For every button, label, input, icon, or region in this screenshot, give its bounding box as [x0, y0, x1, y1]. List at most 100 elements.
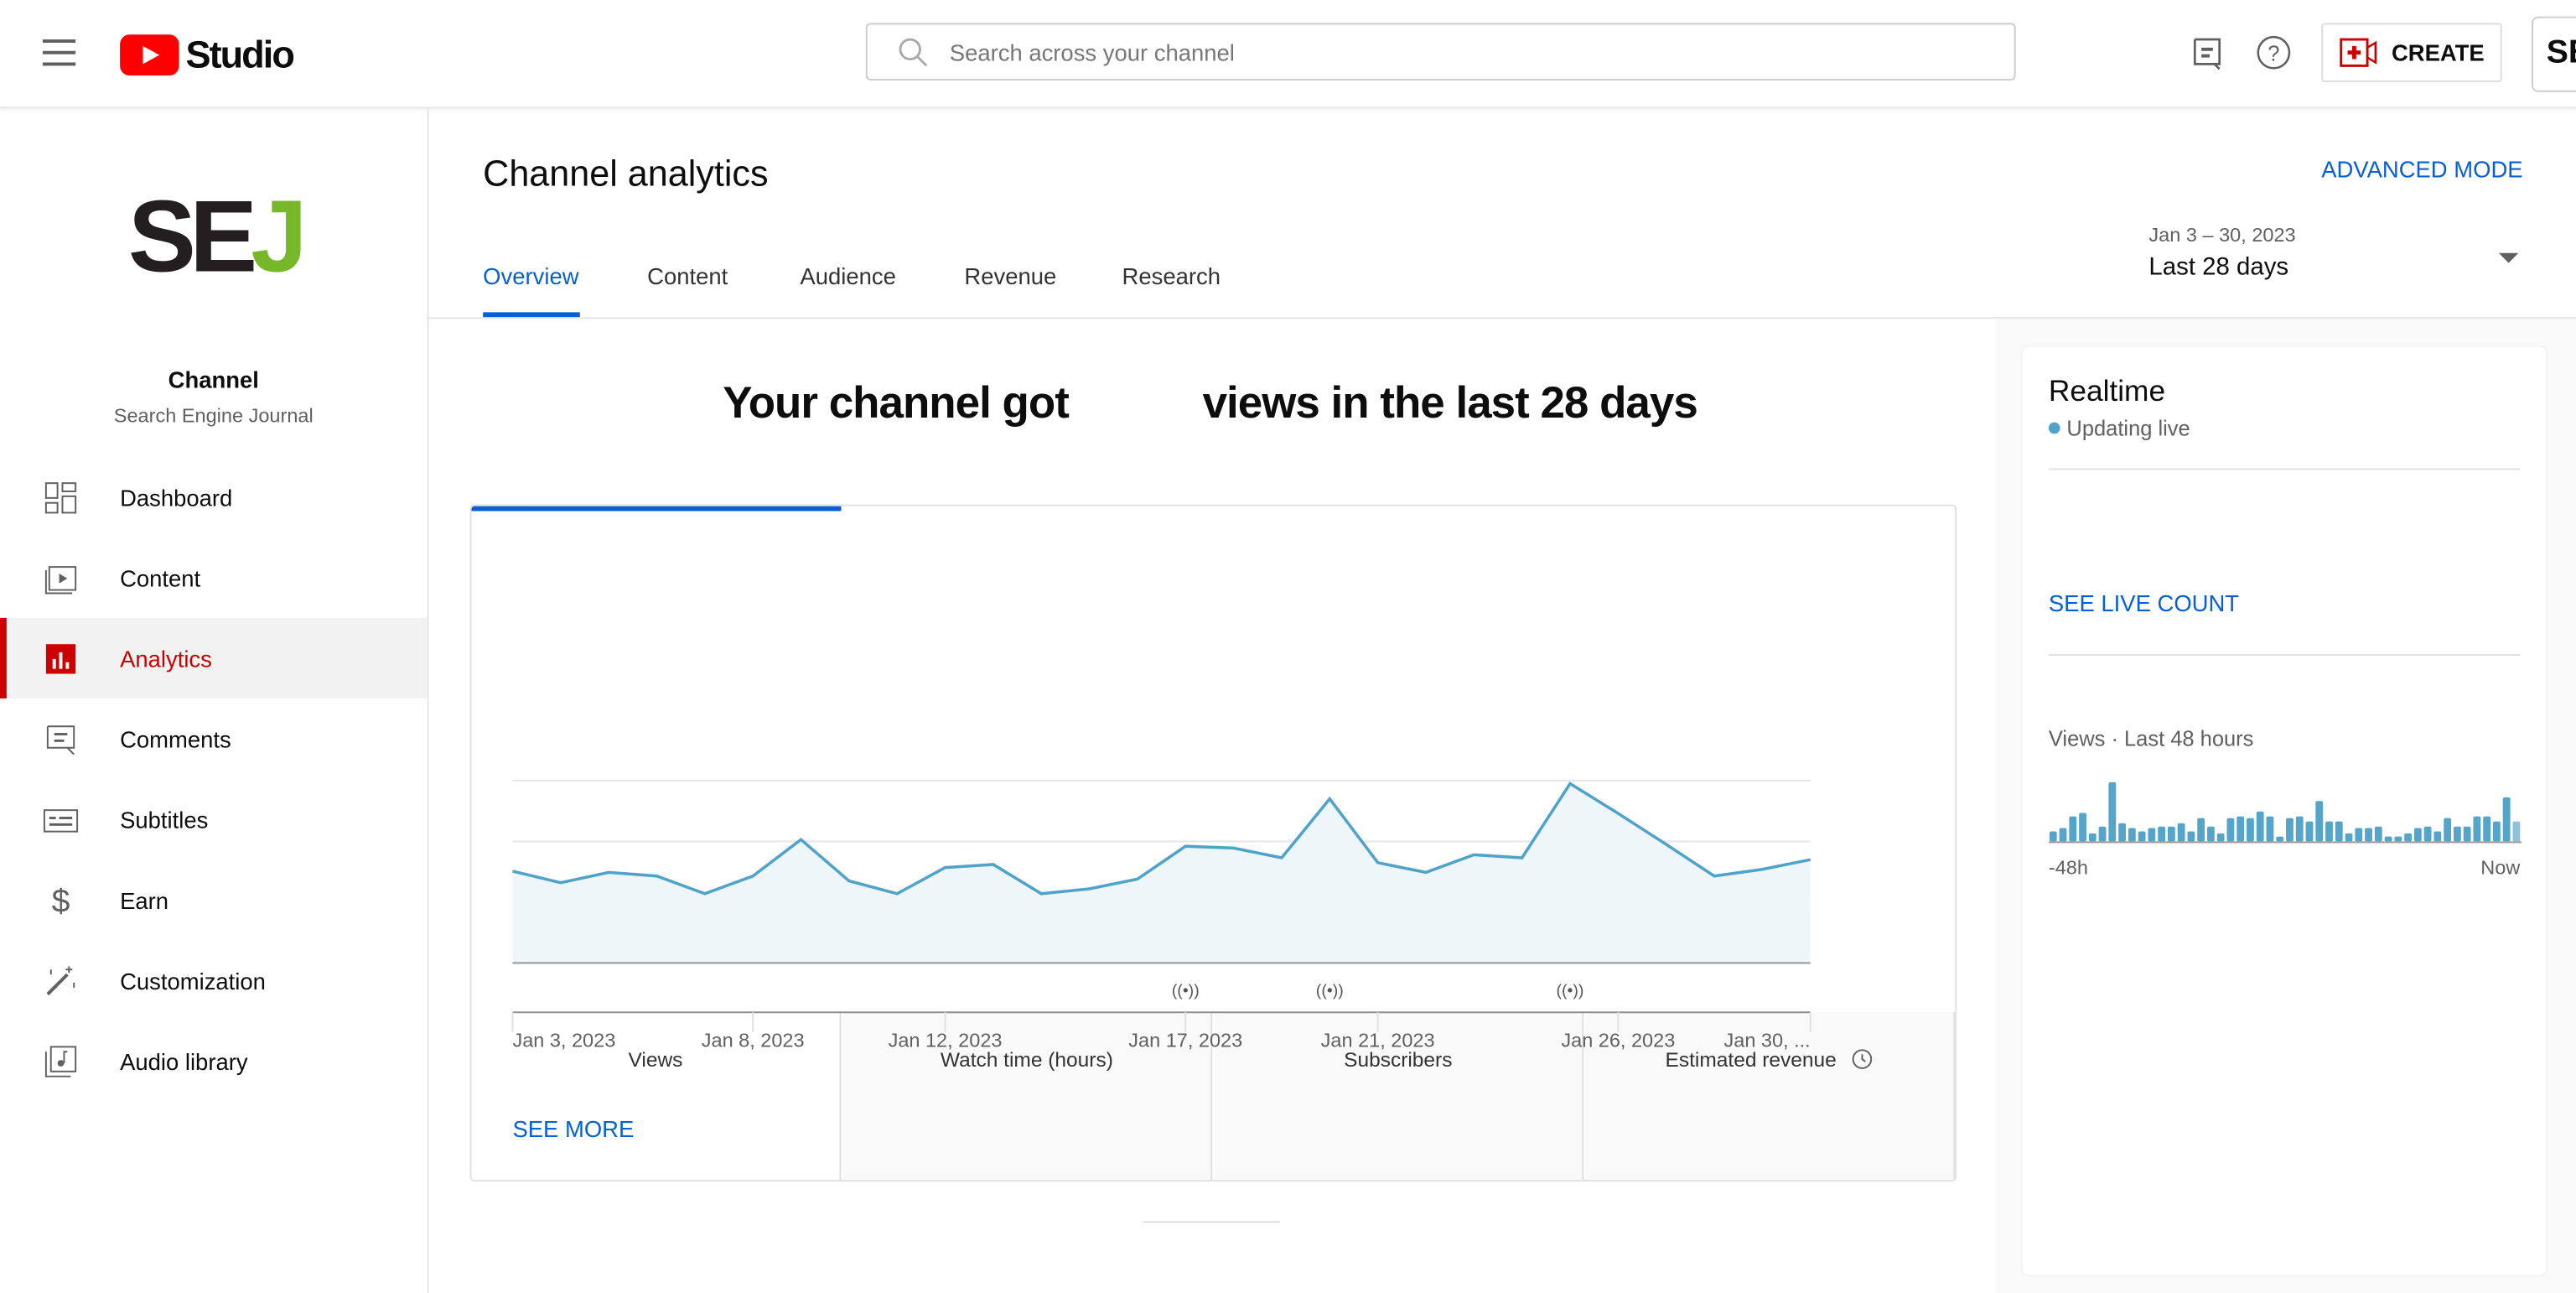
create-label: CREATE	[2391, 39, 2485, 66]
tab-content[interactable]: Content	[647, 263, 728, 289]
tab-research[interactable]: Research	[1122, 263, 1221, 289]
realtime-bar[interactable]	[2148, 828, 2156, 842]
realtime-bar[interactable]	[2492, 821, 2501, 842]
realtime-bar[interactable]	[2108, 782, 2117, 842]
channel-avatar[interactable]: SEJ	[128, 186, 308, 289]
realtime-bar[interactable]	[2128, 828, 2136, 842]
sidebar-item-earn[interactable]: $ Earn	[0, 859, 428, 940]
live-dot-icon	[2048, 422, 2060, 434]
sidebar: SEJ Channel Search Engine Journal Dashbo…	[0, 108, 429, 1293]
sidebar-item-comments[interactable]: Comments	[0, 698, 428, 779]
sidebar-item-customization[interactable]: Customization	[0, 940, 428, 1020]
tab-audience[interactable]: Audience	[800, 263, 895, 289]
sidebar-item-label: Comments	[120, 725, 231, 752]
realtime-bar[interactable]	[2266, 816, 2274, 842]
realtime-bar[interactable]	[2305, 821, 2314, 842]
help-icon[interactable]: ?	[2256, 34, 2292, 70]
realtime-bar[interactable]	[2315, 801, 2324, 842]
tab-revenue[interactable]: Revenue	[964, 263, 1056, 289]
realtime-bar[interactable]	[2483, 816, 2491, 842]
realtime-bar[interactable]	[2433, 831, 2442, 842]
tab-overview[interactable]: Overview	[483, 263, 578, 289]
realtime-bar[interactable]	[2463, 826, 2471, 842]
realtime-bar[interactable]	[2206, 826, 2215, 842]
realtime-bar[interactable]	[2384, 836, 2392, 842]
realtime-bar[interactable]	[2286, 818, 2294, 842]
realtime-bar[interactable]	[2502, 797, 2511, 842]
advanced-mode-button[interactable]: ADVANCED MODE	[2321, 156, 2522, 182]
realtime-bar[interactable]	[2276, 836, 2284, 842]
realtime-end-label: Now	[2480, 856, 2521, 880]
realtime-bar[interactable]	[2226, 818, 2235, 842]
realtime-bar[interactable]	[2079, 813, 2086, 842]
date-range-label: Last 28 days	[2148, 252, 2289, 282]
date-range-picker[interactable]: Jan 3 – 30, 2023 Last 28 days	[2148, 223, 2519, 289]
realtime-bar[interactable]	[2512, 821, 2521, 842]
chevron-down-icon	[2498, 252, 2519, 263]
search-icon	[899, 37, 928, 66]
realtime-bar[interactable]	[2247, 818, 2254, 842]
realtime-bar[interactable]	[2444, 818, 2452, 842]
realtime-bar[interactable]	[2345, 833, 2353, 842]
realtime-bar-chart	[2048, 782, 2522, 844]
dollar-icon: $	[43, 881, 79, 918]
wand-icon	[43, 962, 79, 998]
menu-icon[interactable]	[42, 39, 76, 66]
realtime-bar[interactable]	[2088, 833, 2097, 842]
realtime-bar[interactable]	[2187, 831, 2195, 842]
create-video-icon	[2339, 38, 2376, 67]
realtime-bar[interactable]	[2177, 823, 2185, 842]
live-stream-marker-icon[interactable]: ((•))	[1316, 982, 1344, 1000]
dashboard-icon	[43, 479, 79, 515]
realtime-bar[interactable]	[2167, 826, 2175, 842]
realtime-bar[interactable]	[2216, 833, 2225, 842]
comments-icon	[43, 720, 79, 756]
realtime-bar[interactable]	[2394, 836, 2402, 842]
audio-library-icon	[43, 1042, 79, 1078]
see-live-count-button[interactable]: SEE LIVE COUNT	[2049, 590, 2239, 616]
realtime-bar[interactable]	[2197, 818, 2205, 842]
realtime-bar[interactable]	[2453, 826, 2461, 842]
realtime-bar[interactable]	[2138, 831, 2146, 842]
realtime-bar[interactable]	[2069, 816, 2077, 842]
sidebar-item-audio-library[interactable]: Audio library	[0, 1020, 428, 1101]
realtime-bar[interactable]	[2237, 816, 2245, 842]
x-tick-label: Jan 8, 2023	[702, 1029, 805, 1051]
analytics-icon	[43, 640, 79, 676]
realtime-bar[interactable]	[2256, 811, 2264, 842]
app-name: Studio	[185, 33, 294, 76]
youtube-studio-logo[interactable]: Studio	[120, 33, 295, 77]
realtime-bar[interactable]	[2118, 823, 2126, 842]
realtime-bar[interactable]	[2423, 826, 2432, 842]
realtime-bar[interactable]	[2365, 828, 2372, 842]
search-input[interactable]: Search across your channel	[865, 23, 2016, 81]
realtime-bar[interactable]	[2355, 828, 2363, 842]
realtime-bar[interactable]	[2473, 816, 2481, 842]
date-range-dates: Jan 3 – 30, 2023	[2148, 223, 2296, 247]
feedback-icon[interactable]	[2191, 36, 2224, 72]
live-stream-marker-icon[interactable]: ((•))	[1557, 982, 1584, 1000]
account-avatar[interactable]: SE	[2532, 16, 2576, 92]
realtime-bar[interactable]	[2335, 821, 2343, 842]
realtime-bar[interactable]	[2158, 826, 2166, 842]
realtime-bar[interactable]	[2325, 821, 2333, 842]
live-stream-marker-icon[interactable]: ((•))	[1172, 982, 1200, 1000]
create-button[interactable]: CREATE	[2321, 23, 2502, 82]
search-placeholder: Search across your channel	[949, 39, 1235, 65]
realtime-bar[interactable]	[2295, 816, 2304, 842]
sidebar-item-analytics[interactable]: Analytics	[0, 617, 428, 698]
sidebar-item-label: Subtitles	[120, 806, 209, 833]
subtitles-icon	[43, 801, 79, 837]
x-tick-label: Jan 17, 2023	[1128, 1029, 1242, 1051]
realtime-bar[interactable]	[2413, 828, 2422, 842]
realtime-bar[interactable]	[2049, 831, 2057, 842]
realtime-bar[interactable]	[2404, 833, 2412, 842]
see-more-link[interactable]: SEE MORE	[512, 1116, 634, 1142]
sidebar-item-subtitles[interactable]: Subtitles	[0, 779, 428, 859]
realtime-bar[interactable]	[2374, 826, 2382, 842]
realtime-bar[interactable]	[2098, 826, 2107, 842]
sidebar-item-dashboard[interactable]: Dashboard	[0, 457, 428, 537]
metric-tab-indicator	[471, 506, 842, 511]
realtime-bar[interactable]	[2059, 828, 2067, 842]
sidebar-item-content[interactable]: Content	[0, 537, 428, 618]
